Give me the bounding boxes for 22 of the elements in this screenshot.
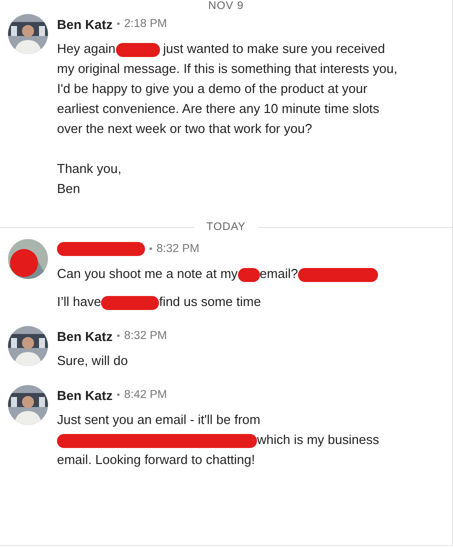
message-time: 8:32 PM	[156, 243, 200, 255]
message-text: Thank you, Ben	[57, 160, 122, 198]
message-text: I’ll have find us some time	[57, 293, 262, 312]
message-time: 8:32 PM	[124, 330, 167, 342]
date-divider: TODAY	[206, 221, 246, 233]
sender-name: Ben Katz	[57, 16, 113, 32]
message-time: 2:18 PM	[124, 18, 167, 30]
message-text: Can you shoot me a note at my email?	[57, 264, 402, 284]
message-text: Just sent you an email - it'll be from which is my business email. Looking forward to chatting!	[57, 411, 380, 469]
message-time: 8:42 PM	[124, 389, 167, 401]
message-text: Sure, will do	[57, 352, 129, 370]
redaction-mark	[116, 42, 160, 57]
separator-dot: •	[116, 390, 120, 400]
separator-dot: •	[149, 244, 153, 254]
redaction-mark	[238, 268, 260, 282]
separator-dot: •	[116, 330, 120, 342]
redaction-mark	[101, 296, 160, 310]
sender-name: Ben Katz	[57, 388, 113, 402]
sender-name: Ben Katz	[57, 328, 113, 344]
message-text: Hey again just wanted to make sure you received my original message. If this is something that interests you, I'd be happy to give you a demo of the product at your earliest convenience. Are there any 10 minute time slots over the next week or two that work for you?	[57, 40, 398, 138]
date-divider: NOV 9	[208, 0, 244, 12]
separator-dot: •	[116, 18, 120, 30]
